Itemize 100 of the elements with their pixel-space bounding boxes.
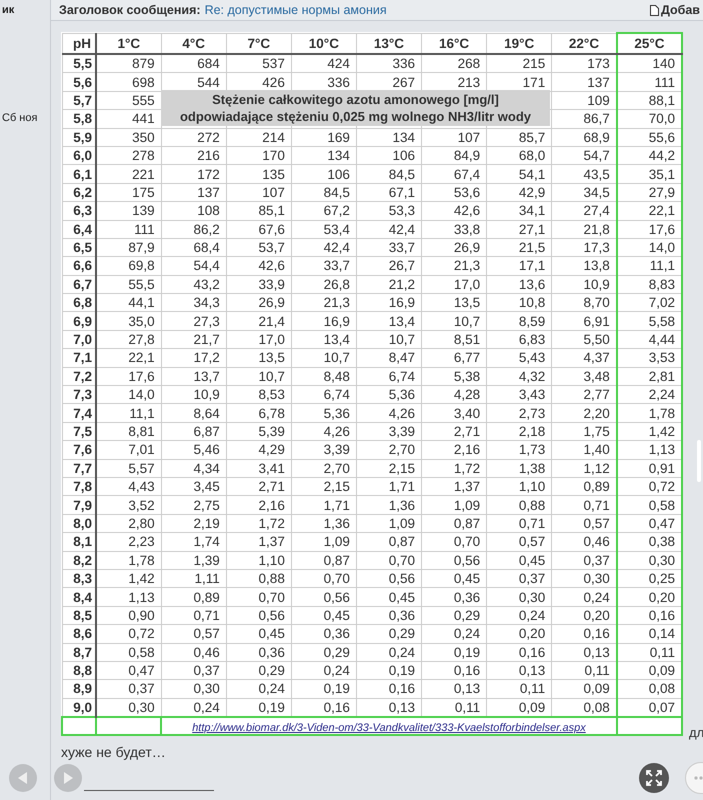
table-cell: 7,02 <box>616 294 682 312</box>
table-cell: 2,15 <box>356 459 422 478</box>
table-cell: 84,9 <box>422 146 487 165</box>
table-cell: 0,71 <box>486 514 552 533</box>
table-cell: 3,53 <box>616 348 682 368</box>
ph-cell: 7,2 <box>62 367 96 386</box>
table-cell: 14,0 <box>616 238 682 257</box>
table-cell: 68,0 <box>486 146 552 165</box>
table-cell: 27,3 <box>161 312 226 330</box>
table-cell: 1,10 <box>226 551 292 570</box>
table-cell: 67,1 <box>356 183 422 202</box>
table-cell: 0,14 <box>616 624 682 643</box>
table-cell: 5,36 <box>356 386 422 404</box>
table-cell: 42,4 <box>291 238 356 257</box>
table-cell: 27,1 <box>486 220 552 238</box>
table-cell: 2,16 <box>422 440 487 460</box>
table-cell: 33,9 <box>226 275 292 294</box>
table-cell: 107 <box>422 128 487 146</box>
table-cell: 26,9 <box>226 294 292 312</box>
table-cell: 0,56 <box>226 606 292 625</box>
ph-cell: 6,8 <box>62 294 96 312</box>
table-cell: 10,9 <box>161 386 226 404</box>
table-cell: 3,45 <box>161 477 226 496</box>
ph-cell: 7,5 <box>62 422 96 441</box>
table-cell: 0,30 <box>616 551 682 570</box>
table-cell: 5,58 <box>616 312 682 330</box>
table-cell: 42,6 <box>226 256 292 276</box>
table-cell: 0,29 <box>291 643 356 662</box>
table-cell: 67,6 <box>226 220 292 238</box>
table-cell: 134 <box>356 128 422 146</box>
table-cell: 0,87 <box>356 532 422 552</box>
table-cell: 170 <box>226 146 292 165</box>
table-cell: 0,87 <box>291 551 356 570</box>
table-cell: 35,1 <box>616 164 682 184</box>
ph-cell: 6,5 <box>62 238 96 257</box>
table-cell: 2,81 <box>616 367 682 386</box>
table-cell: 0,56 <box>356 569 422 588</box>
table-cell: 55,5 <box>96 275 162 294</box>
table-cell: 0,07 <box>616 698 682 718</box>
table-cell: 0,87 <box>422 514 487 533</box>
ph-cell: 6,1 <box>62 164 96 184</box>
table-cell: 0,45 <box>422 569 487 588</box>
table-cell: 0,09 <box>616 661 682 680</box>
table-cell: 1,73 <box>486 440 552 460</box>
table-cell: 0,47 <box>96 661 162 680</box>
table-cell: 1,13 <box>616 440 682 460</box>
table-cell: 21,2 <box>356 275 422 294</box>
table-cell: 8,83 <box>616 275 682 294</box>
ph-cell: 8,7 <box>62 643 96 662</box>
table-cell: 54,4 <box>161 256 226 276</box>
table-cell: 0,56 <box>291 588 356 606</box>
ph-cell: 8,9 <box>62 680 96 698</box>
table-cell: 0,30 <box>161 680 226 698</box>
table-cell: 2,16 <box>226 496 292 514</box>
ph-cell: 8,2 <box>62 551 96 570</box>
table-cell: 0,08 <box>616 680 682 698</box>
table-cell: 1,10 <box>486 477 552 496</box>
column-header: 25°C <box>616 33 682 54</box>
table-cell: 698 <box>96 72 162 92</box>
table-cell: 42,9 <box>486 183 552 202</box>
table-cell: 85,1 <box>226 202 292 220</box>
table-cell: 0,11 <box>616 643 682 662</box>
table-cell: 2,71 <box>422 422 487 441</box>
table-cell: 216 <box>161 146 226 165</box>
table-cell: 0,56 <box>422 551 487 570</box>
table-cell: 0,24 <box>291 661 356 680</box>
ph-cell: 5,7 <box>62 91 96 110</box>
table-cell: 53,3 <box>356 202 422 220</box>
table-cell: 1,71 <box>356 477 422 496</box>
forward-button[interactable] <box>54 764 82 792</box>
table-cell: 55,6 <box>616 128 682 146</box>
table-cell: 1,78 <box>96 551 162 570</box>
table-cell: 5,38 <box>422 367 487 386</box>
add-link[interactable]: Добав <box>650 3 700 17</box>
table-cell: 272 <box>161 128 226 146</box>
table-cell: 6,74 <box>356 367 422 386</box>
table-cell: 21,5 <box>486 238 552 257</box>
table-cell: 3,43 <box>486 386 552 404</box>
table-cell: 10,7 <box>356 330 422 349</box>
ph-cell: 7,0 <box>62 330 96 349</box>
table-cell: 10,7 <box>226 367 292 386</box>
table-cell: 17,0 <box>422 275 487 294</box>
table-cell: 0,57 <box>161 624 226 643</box>
table-cell: 67,4 <box>422 164 487 184</box>
ph-cell: 6,7 <box>62 275 96 294</box>
table-cell: 0,70 <box>356 551 422 570</box>
table-cell: 34,3 <box>161 294 226 312</box>
table-cell: 21,7 <box>161 330 226 349</box>
sidebar-text: ик <box>2 3 16 18</box>
fullscreen-button[interactable] <box>639 763 669 793</box>
table-cell: 17,6 <box>96 367 162 386</box>
table-cell: 0,24 <box>422 624 487 643</box>
table-cell: 3,39 <box>291 440 356 460</box>
table-cell: 268 <box>422 54 487 73</box>
table-cell: 33,8 <box>422 220 487 238</box>
table-cell: 0,45 <box>226 624 292 643</box>
back-button[interactable] <box>9 764 37 792</box>
table-cell: 0,91 <box>616 459 682 478</box>
table-cell: 8,59 <box>486 312 552 330</box>
table-cell: 26,7 <box>356 256 422 276</box>
